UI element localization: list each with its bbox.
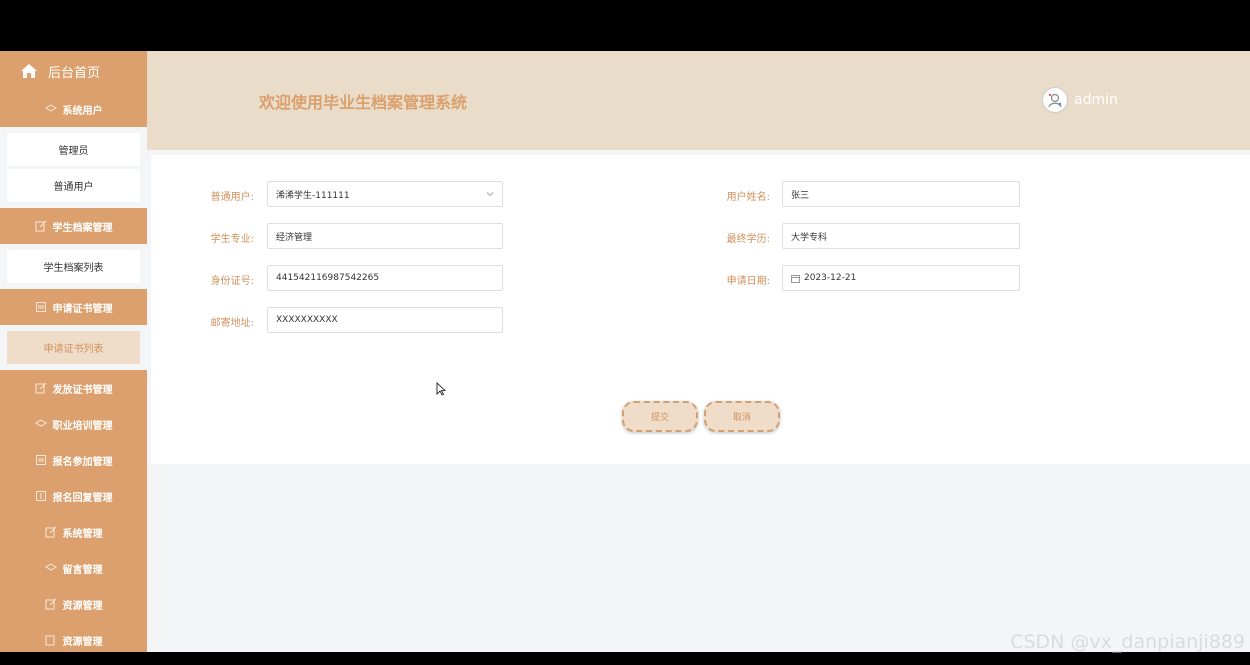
sidebar: 后台首页 系统用户 管理员 普通用户 学生档案管理 学生档案列表 申请证书管理 … — [0, 51, 147, 652]
layers-icon — [44, 103, 57, 115]
section-label: 资源管理 — [62, 600, 103, 612]
chevron-down-icon — [486, 190, 494, 198]
user-label: 普通用户: — [210, 192, 254, 203]
edit-icon — [35, 220, 47, 232]
major-label: 学生专业: — [210, 234, 254, 245]
app-window: 后台首页 系统用户 管理员 普通用户 学生档案管理 学生档案列表 申请证书管理 … — [0, 51, 1250, 652]
sidebar-section-training[interactable]: 职业培训管理 — [0, 406, 147, 442]
sidebar-section-resources-2[interactable]: 资源管理 — [0, 622, 147, 652]
layers-icon — [44, 562, 57, 574]
watermark: CSDN @vx_danpianji889 — [1010, 631, 1245, 653]
section-label: 报名参加管理 — [52, 456, 113, 468]
idcard-label: 身份证号: — [210, 276, 254, 287]
home-icon — [20, 62, 38, 80]
cancel-button[interactable]: 取消 — [704, 401, 780, 432]
section-label: 系统用户 — [62, 105, 103, 117]
sidebar-item-normal-user[interactable]: 普通用户 — [7, 169, 140, 202]
section-label: 系统管理 — [62, 528, 103, 540]
sidebar-section-apply-cert[interactable]: 申请证书管理 — [0, 289, 147, 325]
form-panel: 普通用户: 浠浠学生-111111 用户姓名: 张三 学生专业: 经济管理 最终… — [151, 155, 1250, 464]
document-icon — [35, 301, 47, 313]
major-input-value: 经济管理 — [276, 232, 313, 243]
address-input[interactable]: XXXXXXXXXX — [267, 307, 503, 333]
sidebar-item-apply-cert-list[interactable]: 申请证书列表 — [7, 331, 140, 364]
item-label: 普通用户 — [53, 182, 94, 193]
section-label: 留言管理 — [62, 564, 103, 576]
document-icon — [35, 454, 47, 466]
sidebar-section-issue-cert[interactable]: 发放证书管理 — [0, 370, 147, 406]
sidebar-section-resources[interactable]: 资源管理 — [0, 586, 147, 622]
name-input-value: 张三 — [791, 190, 810, 201]
item-label: 管理员 — [58, 146, 89, 157]
sidebar-section-messages[interactable]: 留言管理 — [0, 550, 147, 586]
section-label: 申请证书管理 — [52, 303, 113, 315]
address-input-value: XXXXXXXXXX — [276, 315, 338, 325]
sidebar-section-signup[interactable]: 报名参加管理 — [0, 442, 147, 478]
edit-icon — [45, 598, 57, 610]
layers-icon — [34, 418, 47, 430]
submenu-student-archive: 学生档案列表 — [0, 244, 147, 289]
section-label: 学生档案管理 — [52, 222, 113, 234]
education-input-value: 大学专科 — [791, 232, 828, 243]
idcard-input[interactable]: 441542116987542265 — [267, 265, 503, 291]
submit-button-label: 提交 — [650, 413, 669, 423]
item-label: 学生档案列表 — [43, 263, 104, 274]
major-input[interactable]: 经济管理 — [267, 223, 503, 249]
edit-icon — [45, 526, 57, 538]
section-label: 资源管理 — [62, 636, 103, 648]
calendar-icon — [791, 274, 800, 283]
username: admin — [1074, 92, 1118, 108]
edit-icon — [35, 382, 47, 394]
date-picker-value: 2023-12-21 — [804, 273, 857, 283]
idcard-input-value: 441542116987542265 — [276, 273, 380, 283]
sidebar-section-student-archive[interactable]: 学生档案管理 — [0, 208, 147, 244]
user-select[interactable]: 浠浠学生-111111 — [267, 181, 503, 207]
education-label: 最终学历: — [726, 234, 770, 245]
edit-icon — [45, 634, 57, 646]
item-label: 申请证书列表 — [43, 344, 104, 355]
sidebar-section-system[interactable]: 系统管理 — [0, 514, 147, 550]
name-input[interactable]: 张三 — [782, 181, 1020, 207]
sidebar-home-label: 后台首页 — [48, 65, 101, 81]
mouse-cursor-icon — [436, 381, 447, 396]
sidebar-home[interactable]: 后台首页 — [0, 51, 147, 91]
address-label: 邮寄地址: — [210, 318, 254, 329]
education-input[interactable]: 大学专科 — [782, 223, 1020, 249]
cancel-button-label: 取消 — [732, 413, 751, 423]
sidebar-item-archive-list[interactable]: 学生档案列表 — [7, 250, 140, 283]
user-select-value: 浠浠学生-111111 — [276, 190, 350, 201]
name-label: 用户姓名: — [726, 192, 770, 203]
avatar — [1042, 87, 1068, 113]
section-label: 发放证书管理 — [52, 384, 113, 396]
sidebar-section-reply[interactable]: 报名回复管理 — [0, 478, 147, 514]
submit-button[interactable]: 提交 — [622, 401, 698, 432]
date-label: 申请日期: — [726, 276, 770, 287]
submenu-users: 管理员 普通用户 — [0, 127, 147, 208]
page-title: 欢迎使用毕业生档案管理系统 — [259, 93, 468, 112]
user-menu[interactable]: admin — [1042, 87, 1118, 113]
submenu-apply-cert: 申请证书列表 — [0, 325, 147, 370]
section-label: 报名回复管理 — [52, 492, 113, 504]
sidebar-section-users[interactable]: 系统用户 — [0, 91, 147, 127]
section-label: 职业培训管理 — [52, 420, 113, 432]
top-header: 欢迎使用毕业生档案管理系统 admin — [147, 51, 1250, 150]
date-picker[interactable]: 2023-12-21 — [782, 265, 1020, 291]
sidebar-item-admin[interactable]: 管理员 — [7, 133, 140, 166]
document-icon — [35, 490, 47, 502]
